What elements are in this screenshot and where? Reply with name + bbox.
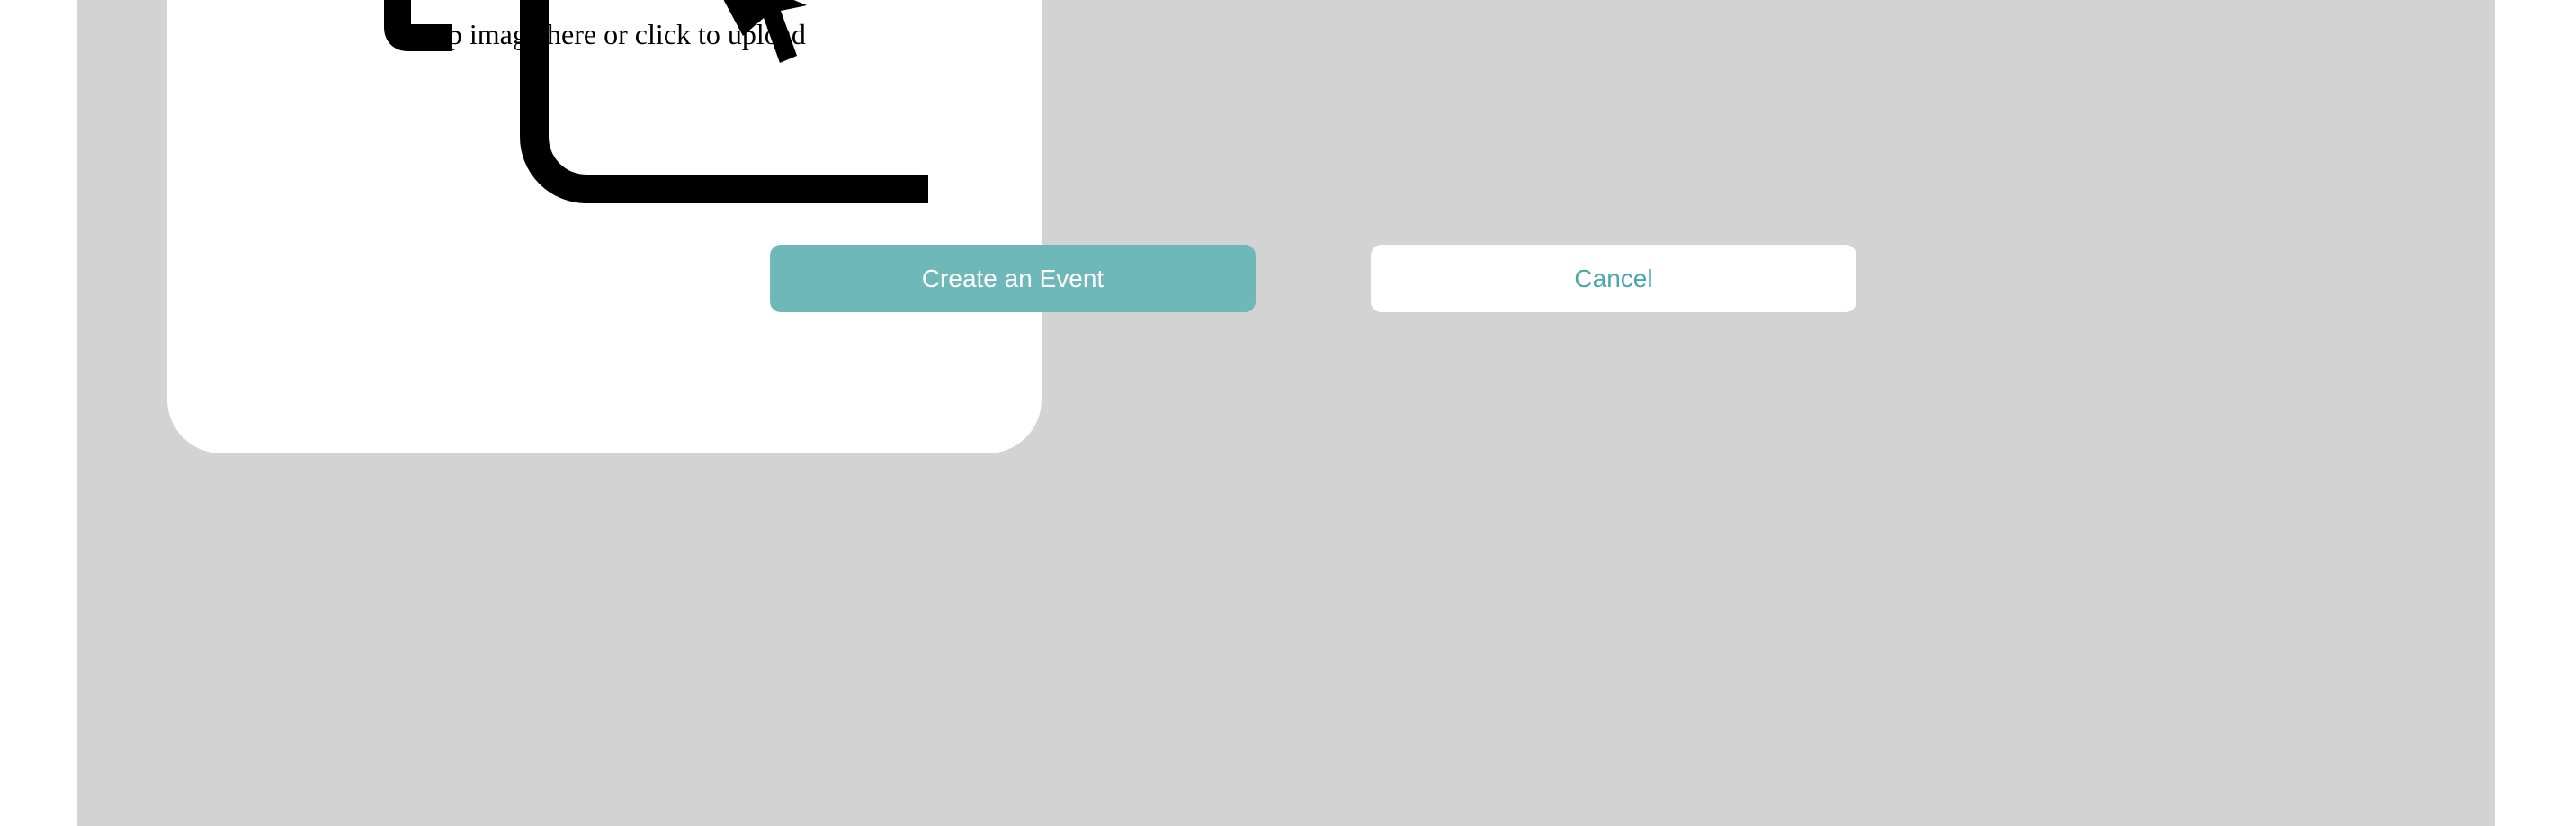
create-event-button[interactable]: Create an Event	[770, 245, 1256, 312]
form-panel: Drop image here or click to upload Creat…	[77, 0, 2495, 826]
page: Drop image here or click to upload Creat…	[0, 0, 2576, 826]
image-dropzone[interactable]: Drop image here or click to upload	[167, 0, 1042, 453]
dropzone-text: Drop image here or click to upload	[403, 18, 806, 50]
cancel-button[interactable]: Cancel	[1371, 245, 1856, 312]
